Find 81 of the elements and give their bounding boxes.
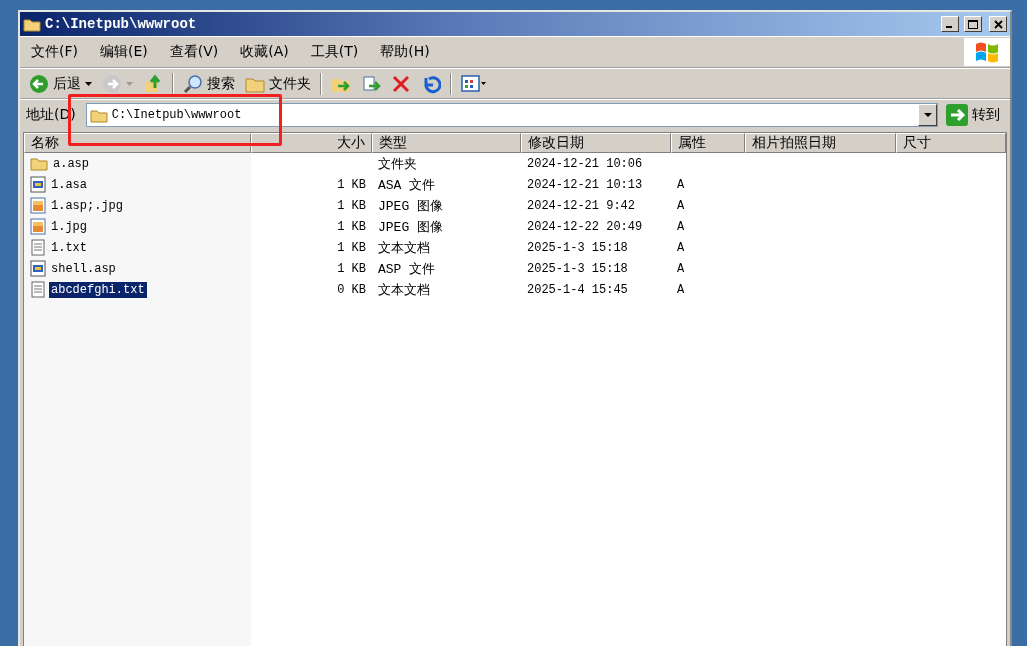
file-row-name[interactable]: shell.asp xyxy=(24,258,251,279)
menu-item[interactable]: 工具(T) xyxy=(299,43,370,61)
type-cell-text: 文本文档 xyxy=(377,239,431,258)
caret-icon xyxy=(85,81,92,86)
size-cell-text: 1 KB xyxy=(336,239,367,257)
column-header[interactable]: 相片拍照日期 xyxy=(745,133,896,153)
menu-item[interactable]: 查看(V) xyxy=(158,43,230,61)
search-icon xyxy=(183,73,203,94)
file-row-name[interactable]: 1.asp;.jpg xyxy=(24,195,251,216)
column-header[interactable]: 属性 xyxy=(671,133,745,153)
size-cell-text: 1 KB xyxy=(336,176,367,194)
file-row-name[interactable]: a.asp xyxy=(24,153,251,174)
script-file-icon xyxy=(30,176,46,193)
attribute-cell-text: A xyxy=(676,239,686,257)
type-cell-text: 文件夹 xyxy=(377,155,418,174)
file-name[interactable]: abcdefghi.txt xyxy=(49,281,147,298)
size-cell-text: 0 KB xyxy=(336,281,367,299)
close-icon xyxy=(993,19,1003,29)
back-button[interactable]: 后退 xyxy=(26,73,95,94)
attribute-cell-text: A xyxy=(676,260,686,278)
attribute-cell-text: A xyxy=(676,281,686,299)
caret-icon xyxy=(126,81,133,86)
script-file-icon xyxy=(30,260,46,277)
maximize-icon xyxy=(968,19,978,29)
menu-item[interactable]: 编辑(E) xyxy=(89,43,159,61)
date-cell-text: 2025-1-4 15:45 xyxy=(526,281,629,299)
copy-icon xyxy=(361,73,381,94)
search-button[interactable]: 搜索 xyxy=(180,73,238,94)
attribute-cell-text: A xyxy=(676,197,686,215)
file-name[interactable]: 1.asa xyxy=(49,176,89,193)
file-row-name[interactable]: 1.asa xyxy=(24,174,251,195)
file-name[interactable]: 1.jpg xyxy=(49,218,89,235)
file-name[interactable]: 1.txt xyxy=(49,239,89,256)
attribute-cell-text: A xyxy=(676,176,686,194)
minimize-button[interactable] xyxy=(941,16,959,32)
menu-item[interactable]: 文件(F) xyxy=(20,43,89,61)
date-cell-text: 2024-12-21 10:13 xyxy=(526,176,644,194)
folder-icon xyxy=(23,16,41,32)
caret-icon xyxy=(923,113,932,117)
file-name[interactable]: a.asp xyxy=(51,155,91,172)
type-cell-text: JPEG 图像 xyxy=(377,197,444,216)
type-cell-text: ASP 文件 xyxy=(377,260,437,279)
image-file-icon xyxy=(30,197,46,214)
file-name[interactable]: 1.asp;.jpg xyxy=(49,197,125,214)
column-header[interactable]: 类型 xyxy=(372,133,521,153)
file-row-name[interactable]: 1.jpg xyxy=(24,216,251,237)
dropdown-button[interactable] xyxy=(918,104,937,126)
text-file-icon xyxy=(30,239,46,256)
column-header[interactable]: 尺寸 xyxy=(896,133,1006,153)
type-cell-text: JPEG 图像 xyxy=(377,218,444,237)
views-icon xyxy=(461,74,487,93)
menu-item[interactable]: 帮助(H) xyxy=(369,43,441,61)
date-cell-text: 2024-12-21 9:42 xyxy=(526,197,637,215)
menu-item[interactable]: 收藏(A) xyxy=(229,43,300,61)
column-header[interactable]: 大小 xyxy=(251,133,372,153)
delete-icon xyxy=(391,73,411,94)
size-cell-text: 1 KB xyxy=(336,197,367,215)
type-cell-text: 文本文档 xyxy=(377,281,431,300)
folder-icon xyxy=(89,107,108,123)
size-cell-text: 1 KB xyxy=(336,218,367,236)
size-cell-text: 1 KB xyxy=(336,260,367,278)
file-name[interactable]: shell.asp xyxy=(49,260,118,277)
address-field[interactable]: C:\Inetpub\wwwroot xyxy=(85,103,938,127)
image-file-icon xyxy=(30,218,46,235)
text-file-icon xyxy=(30,281,46,298)
date-cell-text: 2025-1-3 15:18 xyxy=(526,239,629,257)
window-title: C:\Inetpub\wwwroot xyxy=(45,16,198,32)
date-cell-text: 2025-1-3 15:18 xyxy=(526,260,629,278)
date-cell-text: 2024-12-22 20:49 xyxy=(526,218,644,236)
folder-up-icon xyxy=(143,73,163,94)
date-cell-text: 2024-12-21 10:06 xyxy=(526,155,644,173)
folder-icon xyxy=(30,156,48,171)
attribute-cell-text: A xyxy=(676,218,686,236)
file-row-name[interactable]: 1.txt xyxy=(24,237,251,258)
maximize-button[interactable] xyxy=(964,16,982,32)
folders-button[interactable]: 文件夹 xyxy=(242,74,314,93)
file-row-name[interactable]: abcdefghi.txt xyxy=(24,279,251,300)
column-header[interactable]: 修改日期 xyxy=(521,133,671,153)
close-button[interactable] xyxy=(989,16,1007,32)
go-button[interactable]: 转到 xyxy=(942,104,1004,126)
type-cell-text: ASA 文件 xyxy=(377,176,437,195)
